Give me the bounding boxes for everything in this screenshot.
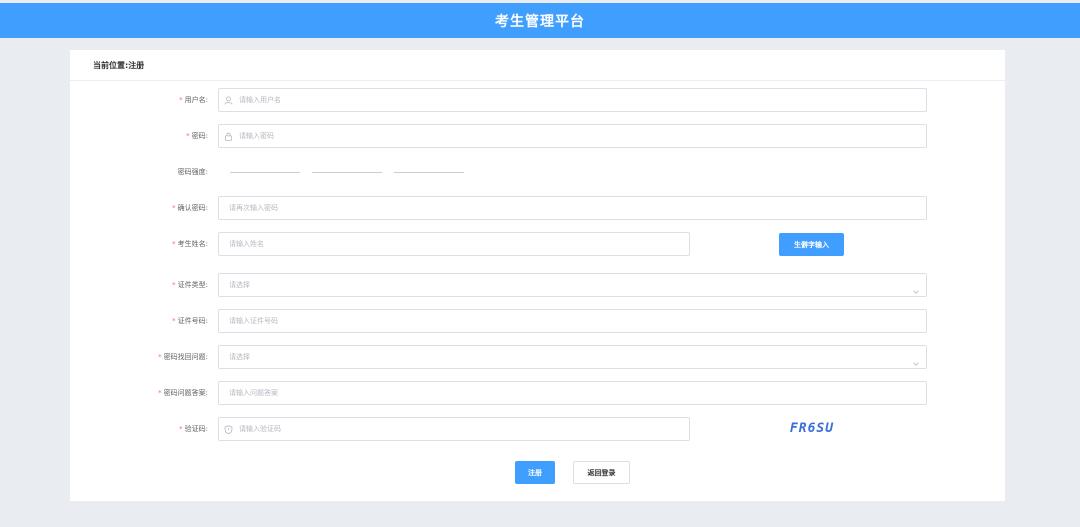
question-placeholder: 请选择: [229, 353, 250, 361]
username-input[interactable]: 请输入用户名: [218, 88, 927, 112]
confirm-password-input[interactable]: 请再次输入密码: [218, 196, 927, 220]
name-row: * 考生姓名: 请输入姓名 生僻字输入: [70, 232, 1005, 256]
answer-label: * 密码问题答案:: [158, 389, 208, 397]
strength-row: 密码强度:: [70, 160, 1005, 184]
question-label: * 密码找回问题:: [158, 353, 208, 361]
top-bar: 考生管理平台: [0, 3, 1080, 38]
captcha-input[interactable]: 请输入验证码: [218, 417, 690, 441]
id-number-input[interactable]: 请输入证件号码: [218, 309, 927, 333]
confirm-placeholder: 请再次输入密码: [229, 204, 278, 212]
captcha-image[interactable]: FR6SU: [781, 417, 843, 439]
captcha-row: * 验证码: 请输入验证码 FR6SU: [70, 417, 1005, 441]
password-row: * 密码: 请输入密码: [70, 124, 1005, 148]
breadcrumb-prefix: 当前位置:: [93, 60, 129, 70]
username-placeholder: 请输入用户名: [239, 96, 281, 104]
chevron-down-icon: [912, 281, 920, 300]
answer-input[interactable]: 请输入问题答案: [218, 381, 927, 405]
register-panel: 当前位置: 注册 *用户名: 请输入用户名 *密码: 请输入密码 密码强度:: [70, 50, 1005, 501]
id-number-label: * 证件号码:: [172, 317, 208, 325]
captcha-code: FR6SU: [789, 420, 835, 436]
name-label: * 考生姓名:: [172, 240, 208, 248]
shield-icon: [223, 424, 233, 434]
rare-char-button[interactable]: 生僻字输入: [779, 233, 844, 256]
id-type-placeholder: 请选择: [229, 281, 250, 289]
user-icon: [223, 95, 233, 105]
strength-label: 密码强度:: [177, 168, 208, 176]
question-row: * 密码找回问题: 请选择: [70, 345, 1005, 369]
answer-placeholder: 请输入问题答案: [229, 389, 278, 397]
id-type-row: * 证件类型: 请选择: [70, 273, 1005, 297]
breadcrumb: 当前位置: 注册: [70, 50, 1005, 81]
id-type-select[interactable]: 请选择: [218, 273, 927, 297]
strength-bar-weak: [230, 172, 300, 173]
breadcrumb-current: 注册: [128, 60, 145, 70]
lock-icon: [223, 131, 233, 141]
strength-bar-medium: [312, 172, 382, 173]
username-label: * 用户名:: [179, 96, 208, 104]
strength-meter: [230, 172, 464, 173]
name-input[interactable]: 请输入姓名: [218, 232, 690, 256]
id-number-row: * 证件号码: 请输入证件号码: [70, 309, 1005, 333]
password-input[interactable]: 请输入密码: [218, 124, 927, 148]
name-placeholder: 请输入姓名: [229, 240, 264, 248]
password-placeholder: 请输入密码: [239, 132, 274, 140]
register-button[interactable]: 注册: [515, 461, 555, 484]
chevron-down-icon: [912, 353, 920, 372]
answer-row: * 密码问题答案: 请输入问题答案: [70, 381, 1005, 405]
question-select[interactable]: 请选择: [218, 345, 927, 369]
id-number-placeholder: 请输入证件号码: [229, 317, 278, 325]
password-label: * 密码:: [186, 132, 208, 140]
id-type-label: * 证件类型:: [172, 281, 208, 289]
app-title: 考生管理平台: [495, 13, 585, 30]
confirm-label: * 确认密码:: [172, 204, 208, 212]
strength-bar-strong: [394, 172, 464, 173]
back-login-button[interactable]: 返回登录: [573, 461, 630, 484]
confirm-row: * 确认密码: 请再次输入密码: [70, 196, 1005, 220]
captcha-placeholder: 请输入验证码: [239, 425, 281, 433]
captcha-label: * 验证码:: [179, 425, 208, 433]
username-row: * 用户名: 请输入用户名: [70, 88, 1005, 112]
